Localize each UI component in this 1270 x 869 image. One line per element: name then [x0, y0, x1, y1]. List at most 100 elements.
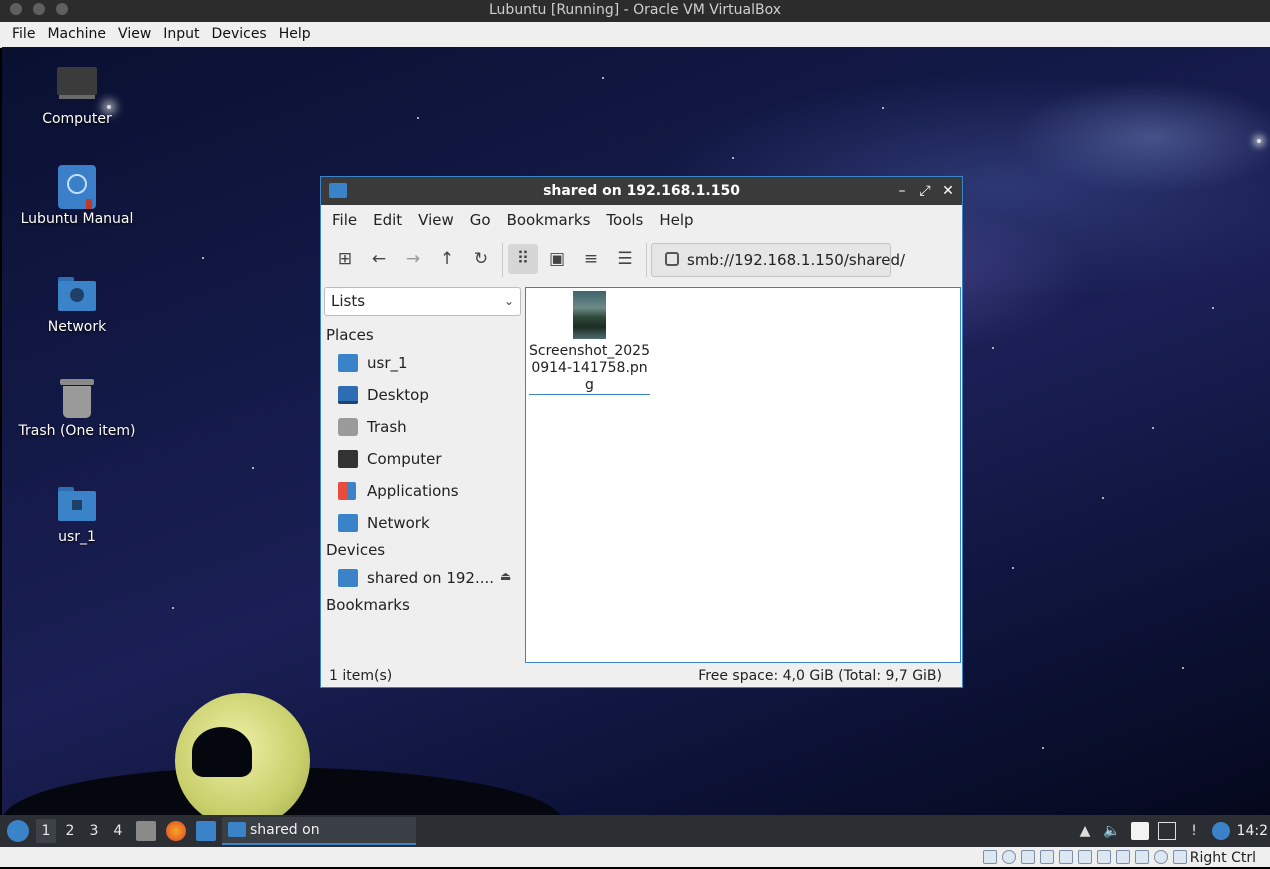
workspace-4[interactable]: 4: [108, 819, 128, 843]
sidebar-item-desktop[interactable]: Desktop: [338, 381, 518, 409]
manual-icon: [56, 165, 98, 209]
section-places: Places: [326, 326, 374, 344]
clock[interactable]: 14:2: [1237, 815, 1268, 847]
home-folder-icon: [56, 483, 98, 525]
close-button[interactable]: ✕: [937, 177, 959, 205]
sidebar-item-label: Applications: [367, 482, 459, 500]
address-text: smb://192.168.1.150/shared/: [687, 251, 906, 269]
sidebar-item-label: usr_1: [367, 354, 408, 372]
file-manager-titlebar[interactable]: shared on 192.168.1.150 – ⤢ ✕: [321, 177, 962, 205]
host-menu-view[interactable]: View: [112, 22, 157, 47]
host-menubar: File Machine View Input Devices Help: [0, 22, 1270, 48]
new-tab-icon[interactable]: ⊞: [330, 244, 360, 274]
show-desktop-icon[interactable]: [196, 821, 216, 841]
host-menu-input[interactable]: Input: [157, 22, 205, 47]
tray-arrow-icon[interactable]: ▲: [1076, 822, 1094, 840]
side-pane-mode-value: Lists: [331, 292, 366, 310]
sidebar-item-trash[interactable]: Trash: [338, 413, 518, 441]
menu-tools[interactable]: Tools: [598, 205, 651, 235]
section-devices: Devices: [326, 541, 386, 559]
eject-icon[interactable]: ⏏: [500, 569, 511, 583]
sidebar-item-label: Trash: [367, 418, 407, 436]
side-pane-mode-select[interactable]: Lists ⌄: [324, 287, 521, 316]
minimize-button[interactable]: –: [891, 177, 913, 205]
taskbar-window-button[interactable]: shared on 192.168.1.1...: [222, 817, 416, 864]
file-view[interactable]: Screenshot_2025 0914-141758.pn g: [525, 287, 961, 663]
guest-additions-icon[interactable]: [1135, 850, 1149, 864]
sidebar-item-usr1[interactable]: usr_1: [338, 349, 518, 377]
usb-icon[interactable]: [1059, 850, 1073, 864]
sidebar-item-network[interactable]: Network: [338, 509, 518, 537]
menu-edit[interactable]: Edit: [365, 205, 410, 235]
sidebar-item-applications[interactable]: Applications: [338, 477, 518, 505]
notification-icon[interactable]: !: [1185, 822, 1203, 840]
audio-icon[interactable]: [1021, 850, 1035, 864]
file-manager-launcher-icon[interactable]: [136, 821, 156, 841]
sidebar-item-label: Network: [367, 514, 430, 532]
desktop-icon-lubuntu-manual[interactable]: Lubuntu Manual: [17, 165, 137, 227]
window-title: shared on 192.168.1.150: [543, 183, 740, 199]
desktop-icon-label: Lubuntu Manual: [20, 211, 134, 227]
optical-drive-icon[interactable]: [1002, 850, 1016, 864]
network-adapter-icon[interactable]: [1040, 850, 1054, 864]
hard-disk-icon[interactable]: [983, 850, 997, 864]
host-menu-file[interactable]: File: [6, 22, 41, 47]
compact-view-icon[interactable]: ≡: [576, 244, 606, 274]
menu-help[interactable]: Help: [651, 205, 701, 235]
host-menu-devices[interactable]: Devices: [206, 22, 273, 47]
detailed-list-view-icon[interactable]: ☰: [610, 244, 640, 274]
file-manager-menubar: File Edit View Go Bookmarks Tools Help: [321, 205, 962, 235]
network-folder-icon: [338, 514, 358, 532]
minimize-window-button[interactable]: [33, 3, 45, 15]
mouse-integration-icon[interactable]: [1173, 850, 1187, 864]
network-tray-icon[interactable]: [1158, 822, 1176, 840]
chevron-down-icon: ⌄: [503, 294, 514, 308]
desktop-icon-label: usr_1: [58, 529, 96, 545]
clipboard-icon[interactable]: [1131, 822, 1149, 840]
file-name: Screenshot_2025 0914-141758.pn g: [529, 343, 650, 393]
host-key-label: Right Ctrl: [1189, 850, 1256, 866]
network-location-icon: [665, 252, 679, 266]
maximize-window-button[interactable]: [56, 3, 68, 15]
applications-icon: [338, 482, 356, 500]
computer-icon: [56, 65, 98, 107]
forward-arrow-icon[interactable]: →: [398, 244, 428, 274]
desktop-icon-trash[interactable]: Trash (One item): [17, 377, 137, 439]
menu-file[interactable]: File: [324, 205, 365, 235]
lubuntu-menu-icon[interactable]: [7, 820, 29, 842]
desktop-icon-computer[interactable]: Computer: [17, 65, 137, 127]
back-arrow-icon[interactable]: ←: [364, 244, 394, 274]
host-menu-help[interactable]: Help: [273, 22, 317, 47]
desktop-icon-network[interactable]: Network: [17, 273, 137, 335]
cpu-icon[interactable]: [1154, 850, 1168, 864]
shared-folders-icon[interactable]: [1078, 850, 1092, 864]
close-window-button[interactable]: [10, 3, 22, 15]
menu-view[interactable]: View: [410, 205, 462, 235]
sidebar-item-shared-device[interactable]: shared on 192....: [338, 564, 518, 592]
icon-view-icon[interactable]: ⠿: [508, 244, 538, 274]
workspace-1[interactable]: 1: [36, 819, 56, 843]
address-bar[interactable]: smb://192.168.1.150/shared/: [651, 243, 905, 277]
status-free-space: Free space: 4,0 GiB (Total: 9,7 GiB): [698, 668, 942, 684]
maximize-button[interactable]: ⤢: [914, 177, 936, 205]
thumbnail-view-icon[interactable]: ▣: [542, 244, 572, 274]
menu-go[interactable]: Go: [462, 205, 499, 235]
video-capture-icon[interactable]: [1116, 850, 1130, 864]
network-share-icon: [338, 569, 358, 587]
display-icon[interactable]: [1097, 850, 1111, 864]
workspace-3[interactable]: 3: [84, 819, 104, 843]
sidebar-item-computer[interactable]: Computer: [338, 445, 518, 473]
volume-icon[interactable]: 🔈: [1103, 822, 1121, 840]
menu-bookmarks[interactable]: Bookmarks: [499, 205, 599, 235]
update-icon[interactable]: [1212, 822, 1230, 840]
reload-icon[interactable]: ↻: [466, 244, 496, 274]
image-thumbnail: [573, 291, 606, 339]
file-item[interactable]: Screenshot_2025 0914-141758.pn g: [529, 290, 650, 395]
sidebar-item-label: Computer: [367, 450, 442, 468]
host-menu-machine[interactable]: Machine: [41, 22, 112, 47]
workspace-2[interactable]: 2: [60, 819, 80, 843]
file-manager-window: shared on 192.168.1.150 – ⤢ ✕ File Edit Vi…: [320, 176, 963, 688]
firefox-icon[interactable]: [166, 821, 186, 841]
up-arrow-icon[interactable]: ↑: [432, 244, 462, 274]
desktop-icon-usr1[interactable]: usr_1: [17, 483, 137, 545]
